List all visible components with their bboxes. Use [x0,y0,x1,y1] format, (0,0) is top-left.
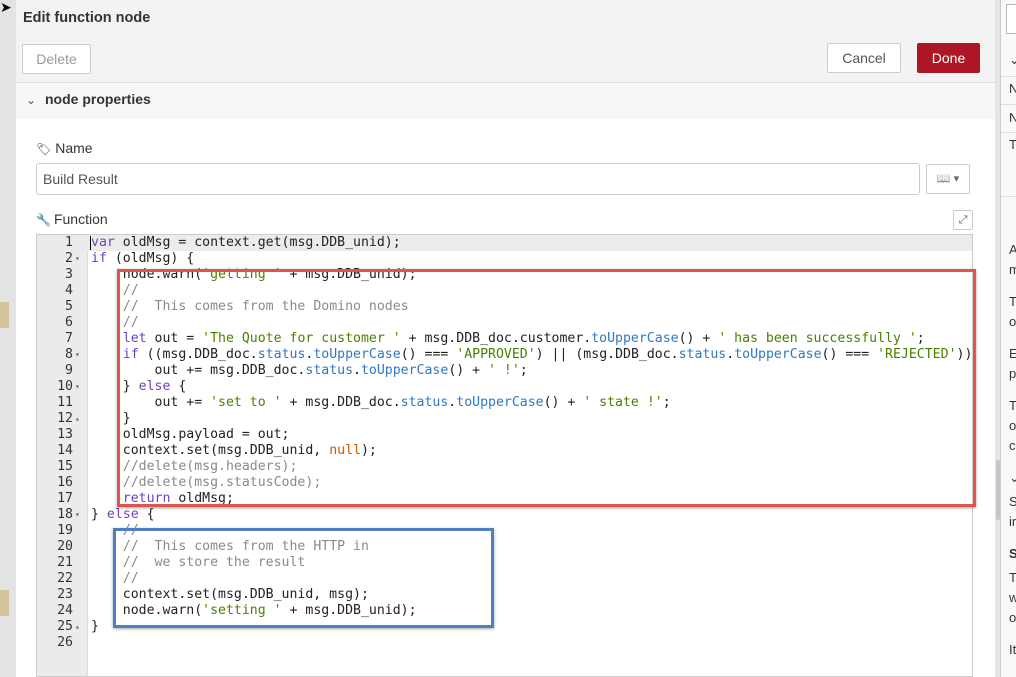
code-text: var oldMsg = context.get(msg.DDB_unid); [91,235,401,250]
function-label: 🔧 Function [36,211,108,227]
line-number: 2 [65,251,73,266]
fold-toggle-icon[interactable]: ▾ [75,251,85,267]
sidebar-row-divider [1001,132,1016,133]
delete-button[interactable]: Delete [22,44,91,74]
sidebar-text: A [1009,242,1016,258]
fold-toggle-icon[interactable]: ▾ [75,379,85,395]
line-number: 24 [57,603,73,618]
sidebar-row-text: N [1009,81,1016,97]
sidebar-text: T [1009,398,1016,414]
sidebar-text: E [1009,346,1016,362]
node-stub [0,302,9,328]
highlight-box-domino [117,269,976,507]
mouse-cursor-icon: ➤ [0,0,12,15]
sidebar-text: T [1009,294,1016,310]
line-number: 23 [57,587,73,602]
tray-header: Edit function node Delete Cancel Done [16,0,995,83]
line-number: 21 [57,555,73,570]
sidebar-row-text: N [1009,110,1016,126]
line-number: 20 [57,539,73,554]
book-icon: 📖 [936,173,951,185]
sidebar-text: c [1009,438,1016,453]
line-number: 15 [57,459,73,474]
section-title: node properties [45,91,151,107]
line-number: 26 [57,635,73,650]
tray-title: Edit function node [23,10,151,26]
line-number: 9 [65,363,73,378]
line-number: 10 [57,379,73,394]
sidebar-text: o [1009,418,1016,433]
sidebar-row-divider [1001,196,1016,197]
line-number: 6 [65,315,73,330]
sidebar-text: o [1009,610,1016,625]
line-number: 11 [57,395,73,410]
code-text: } else { [91,507,155,522]
sidebar-row-text: T [1009,137,1016,153]
sidebar-chevron-icon: ⌄ [1009,470,1016,486]
function-label-text: Function [53,211,108,227]
code-text: } [91,619,99,634]
code-text: if (oldMsg) { [91,251,195,266]
fold-toggle-icon[interactable]: ▴ [75,619,85,635]
line-number: 22 [57,571,73,586]
chevron-down-icon: ⌄ [26,93,37,107]
fold-toggle-icon[interactable]: ▾ [75,347,85,363]
line-number: 17 [57,491,73,506]
name-label: 🏷 Name [36,140,93,156]
line-number: 1 [65,235,73,250]
sidebar-text: It [1009,642,1016,657]
text-caret [90,236,91,250]
line-number: 19 [57,523,73,538]
fold-toggle-icon[interactable]: ▾ [75,507,85,523]
line-number: 12 [57,411,73,426]
line-number: 3 [65,267,73,282]
line-number: 25 [57,619,73,634]
caret-down-icon: ▾ [953,173,960,185]
tag-icon: 🏷 [36,142,52,156]
workspace-canvas-edge [0,0,17,677]
expand-icon: ⤢ [958,214,968,226]
sidebar-text: m [1009,262,1016,278]
sidebar-row-divider [1001,76,1016,77]
node-stub [0,590,9,616]
highlight-box-http [113,528,494,628]
sidebar-chevron-icon: ⌄ [1009,52,1016,68]
line-number: 16 [57,475,73,490]
node-properties-header[interactable]: ⌄ node properties [16,83,995,119]
cancel-button[interactable]: Cancel [827,43,901,73]
sidebar-heading: S [1009,546,1016,562]
fold-toggle-icon[interactable]: ▴ [75,411,85,427]
sidebar-text: p [1009,366,1016,381]
line-number: 18 [57,507,73,522]
library-button[interactable]: 📖 ▾ [926,164,970,194]
line-number: 8 [65,347,73,362]
sidebar-text: w [1009,590,1016,606]
name-label-text: Name [55,140,93,156]
line-number: 7 [65,331,73,346]
sidebar-text: S [1009,494,1016,510]
sidebar-text: ir [1009,514,1016,529]
line-number: 5 [65,299,73,314]
sidebar-text: o [1009,314,1016,329]
expand-editor-button[interactable]: ⤢ [953,210,973,230]
sidebar-text: T [1009,570,1016,586]
info-sidebar: ⌄ N N T A m T o E p T o c ⌄ S ir S T w o… [1000,0,1016,677]
line-number: 4 [65,283,73,298]
wrench-icon: 🔧 [36,213,51,227]
sidebar-tab[interactable] [1006,4,1016,34]
done-button[interactable]: Done [917,43,980,73]
sidebar-row-divider [1001,104,1016,105]
line-number: 13 [57,427,73,442]
line-number: 14 [57,443,73,458]
name-input[interactable] [36,163,920,195]
